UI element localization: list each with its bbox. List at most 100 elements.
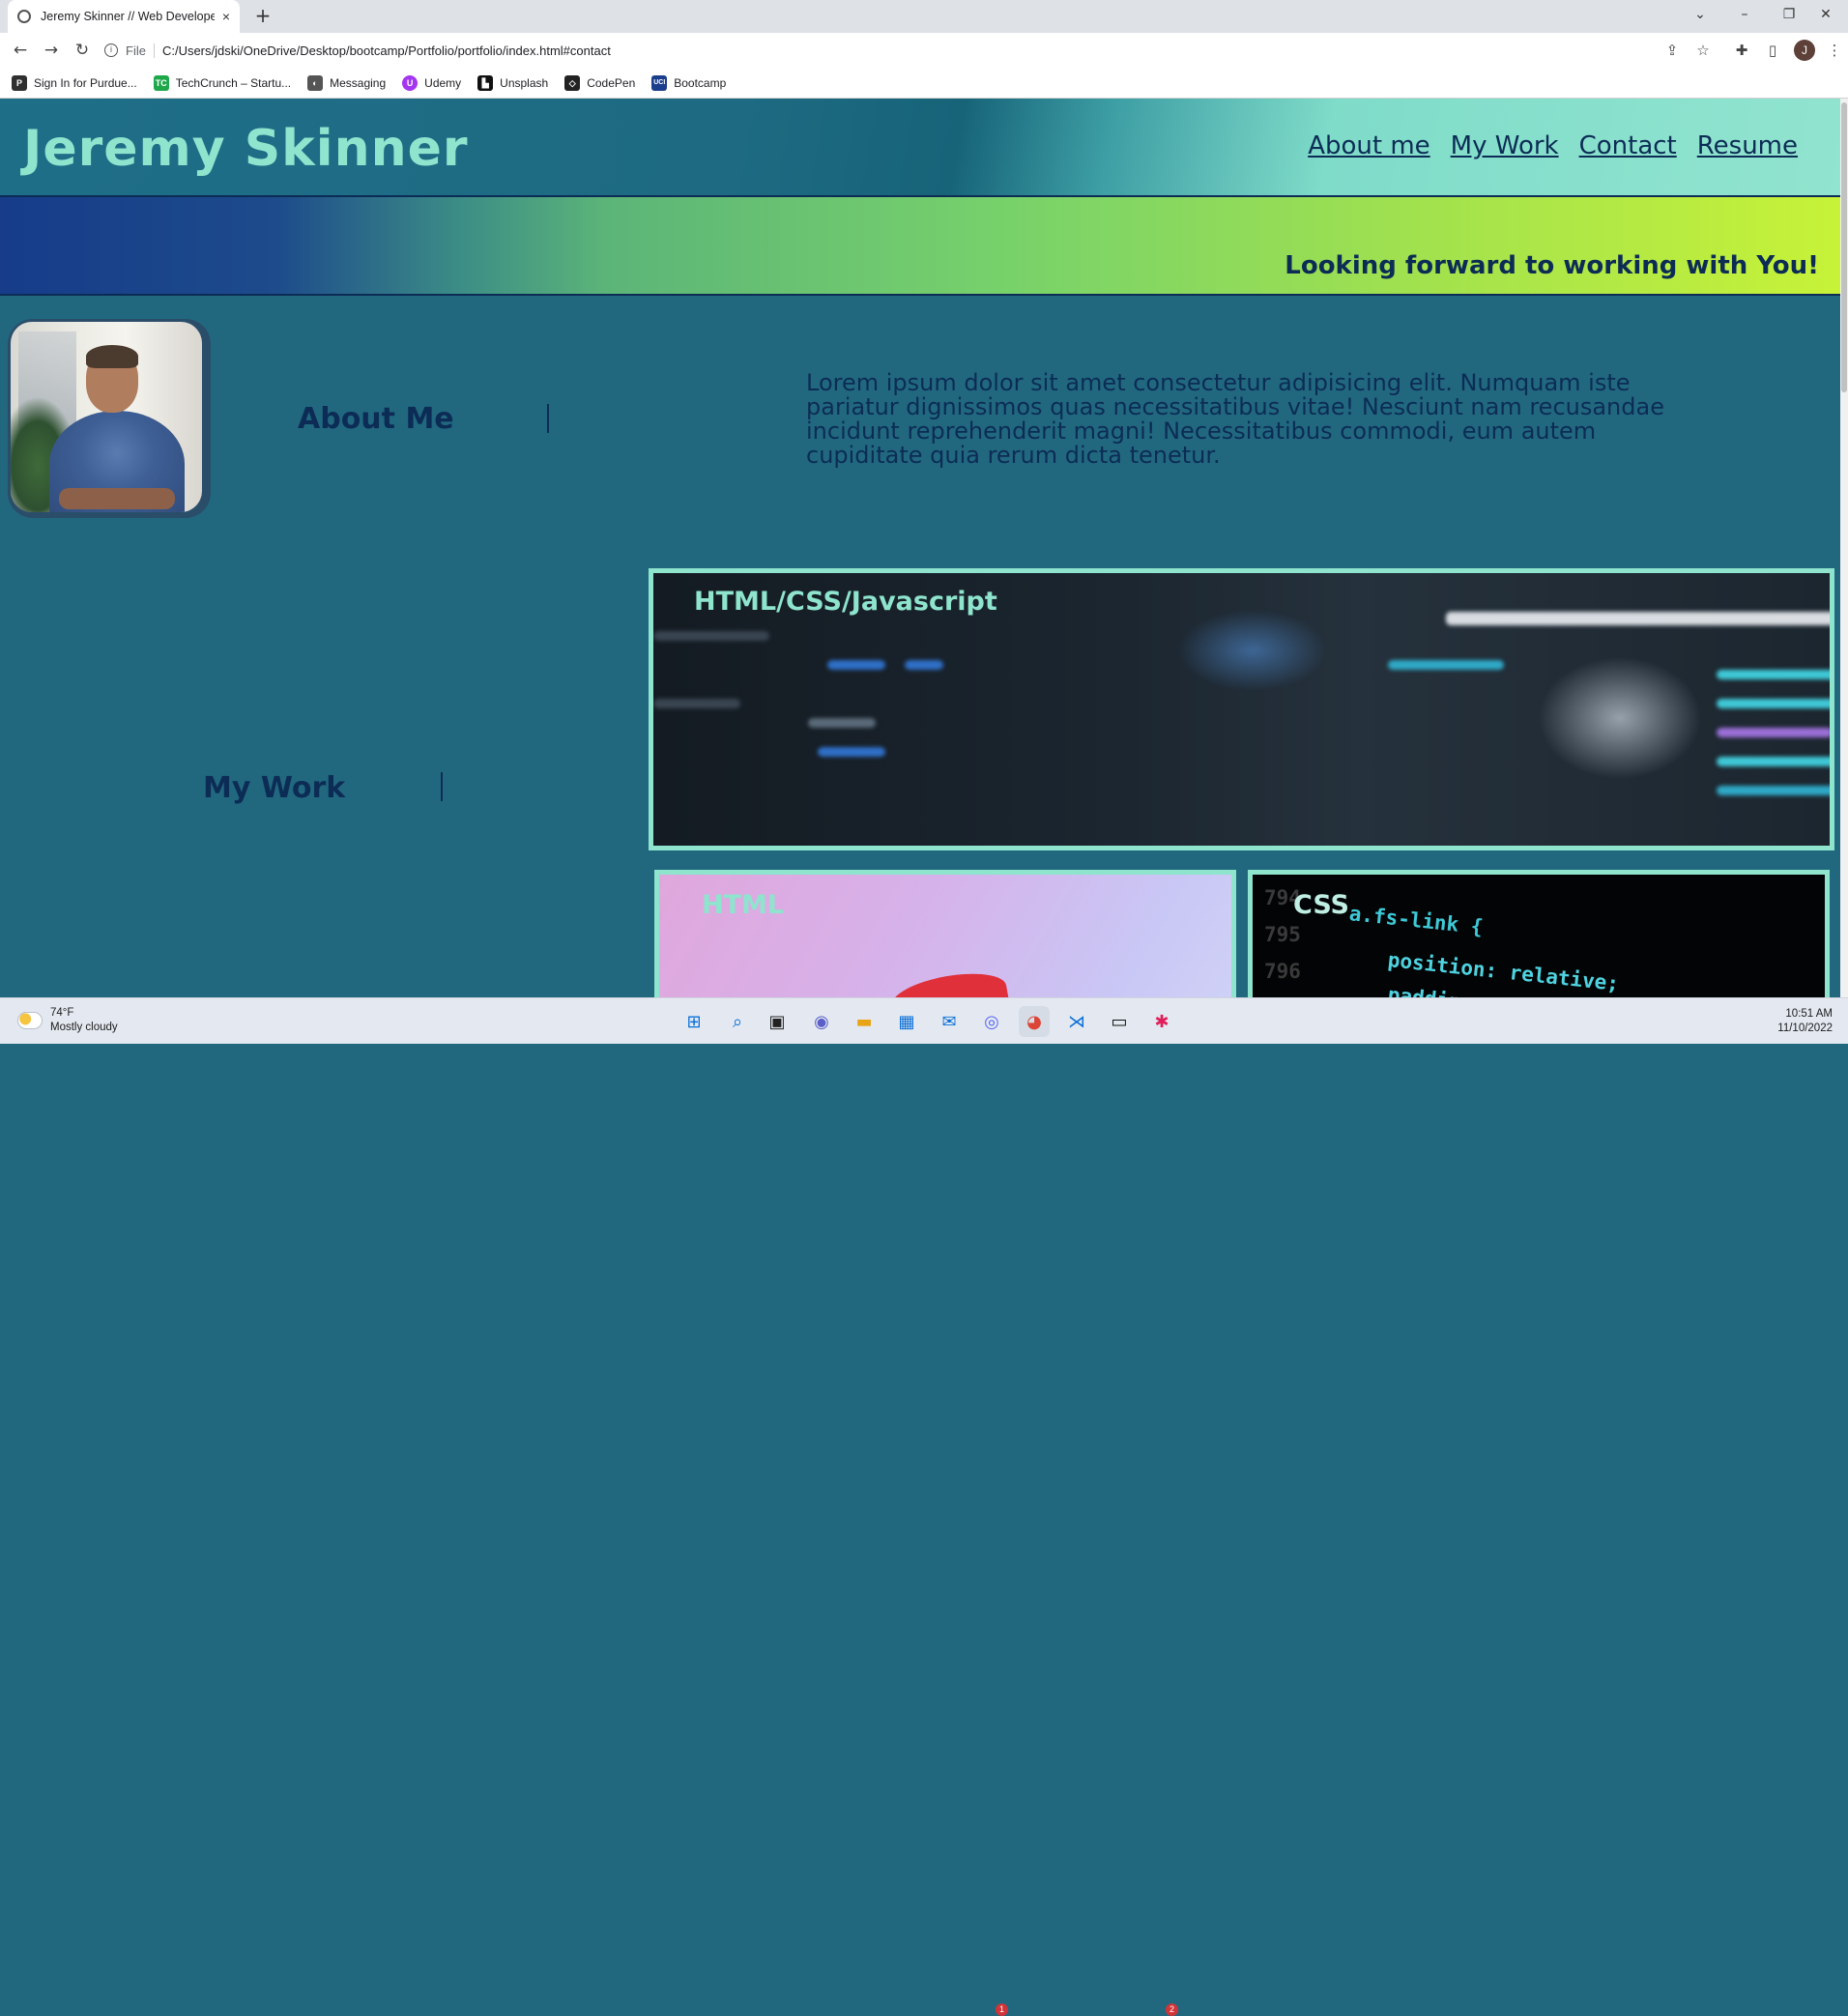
globe-icon	[17, 10, 31, 23]
site-brand: Jeremy Skinner	[23, 120, 469, 178]
bookmark-techcrunch[interactable]: TC TechCrunch – Startu...	[153, 74, 291, 91]
bookmark-label: CodePen	[587, 75, 636, 90]
bg-code-line	[1446, 612, 1830, 625]
messaging-icon: ◐	[307, 74, 324, 91]
messenger-badge: 1	[996, 2003, 1008, 2016]
page-viewport: Jeremy Skinner About me My Work Contact …	[0, 99, 1840, 997]
card-title-html-css-js: HTML/CSS/Javascript	[694, 587, 997, 617]
code-line-number: 796	[1264, 960, 1301, 983]
minimize-button[interactable]: –	[1722, 0, 1767, 29]
profile-photo	[8, 319, 211, 518]
bookmark-unsplash[interactable]: ▙ Unsplash	[477, 74, 549, 91]
url-text[interactable]: C:/Users/jdski/OneDrive/Desktop/bootcamp…	[162, 43, 611, 58]
tab-title: Jeremy Skinner // Web Develope	[41, 10, 215, 23]
about-paragraph: Lorem ipsum dolor sit amet consectetur a…	[806, 369, 1664, 469]
nav-resume[interactable]: Resume	[1697, 131, 1798, 160]
photo-person-arms	[59, 488, 175, 509]
about-divider	[547, 404, 549, 433]
bookmark-udemy[interactable]: U Udemy	[402, 74, 462, 91]
bg-code-line	[808, 718, 876, 728]
tab-search-icon[interactable]: ⌄	[1678, 0, 1722, 29]
address-bar[interactable]: i File C:/Users/jdski/OneDrive/Desktop/b…	[104, 38, 1703, 63]
terminal-icon[interactable]: ▭	[1104, 1006, 1135, 1037]
weather-widget[interactable]: 74°F Mostly cloudy	[17, 1006, 118, 1035]
url-scheme: File	[126, 43, 155, 58]
browser-tab[interactable]: Jeremy Skinner // Web Develope ×	[8, 0, 240, 33]
chrome-icon[interactable]: ◕	[1019, 1006, 1050, 1037]
my-work-heading: My Work	[203, 771, 346, 805]
nav-about-me[interactable]: About me	[1308, 131, 1429, 160]
reload-icon[interactable]: ↻	[71, 39, 94, 62]
bookmark-purdue[interactable]: P Sign In for Purdue...	[12, 74, 137, 91]
back-arrow-icon[interactable]: ←	[9, 39, 32, 62]
extensions-icon[interactable]: ✚	[1730, 39, 1753, 62]
techcrunch-icon: TC	[153, 74, 169, 91]
bookmark-bootcamp[interactable]: UCI Bootcamp	[651, 74, 727, 91]
code-line-number: 795	[1264, 923, 1301, 946]
file-explorer-icon[interactable]: ▬	[849, 1006, 880, 1037]
bg-code-line	[1717, 786, 1830, 795]
task-view-icon[interactable]: ▣	[762, 1006, 793, 1037]
tab-close-icon[interactable]: ×	[222, 9, 230, 24]
bookmark-star-icon[interactable]: ☆	[1691, 39, 1715, 62]
bg-code-line	[1388, 660, 1504, 670]
bookmark-label: Bootcamp	[674, 75, 727, 90]
site-header: Jeremy Skinner About me My Work Contact …	[0, 99, 1840, 197]
card-title-css: CSS	[1293, 890, 1349, 920]
vscode-icon[interactable]: ⋊	[1061, 1006, 1092, 1037]
bookmark-messaging[interactable]: ◐ Messaging	[307, 74, 387, 91]
card-title-html: HTML	[702, 890, 785, 920]
bg-code-line	[1717, 699, 1830, 708]
unsplash-icon: ▙	[477, 74, 494, 91]
profile-avatar[interactable]: J	[1794, 40, 1815, 61]
clock-date: 11/10/2022	[1777, 1022, 1833, 1034]
weather-temp: 74°F	[50, 1007, 74, 1019]
new-tab-button[interactable]: +	[251, 5, 274, 28]
scrollbar-thumb[interactable]	[1841, 102, 1847, 392]
html-card-graphic	[888, 965, 1010, 997]
project-card-html[interactable]: HTML	[654, 870, 1236, 997]
site-nav: About me My Work Contact Resume	[1308, 131, 1798, 160]
bookmark-label: Udemy	[424, 75, 462, 90]
bg-code-line	[818, 747, 885, 757]
purdue-icon: P	[12, 74, 27, 91]
project-card-css[interactable]: 794 a.fs-link { 795 position: relative; …	[1248, 870, 1830, 997]
bg-code-line	[1717, 670, 1830, 679]
bookmark-label: Messaging	[330, 75, 387, 90]
bg-code-line	[827, 660, 885, 670]
search-icon[interactable]: ⌕	[722, 1006, 753, 1037]
project-card-main[interactable]: HTML/CSS/Javascript	[649, 568, 1834, 850]
close-window-button[interactable]: ✕	[1804, 0, 1848, 29]
hero-banner: Looking forward to working with You!	[0, 197, 1840, 296]
mail-icon[interactable]: ✉	[934, 1006, 965, 1037]
work-divider	[441, 772, 443, 801]
messenger-icon[interactable]: ◎	[976, 1006, 1007, 1037]
side-panel-icon[interactable]: ▯	[1761, 39, 1784, 62]
bg-code-line	[905, 660, 943, 670]
bookmarks-bar: P Sign In for Purdue... TC TechCrunch – …	[0, 68, 1848, 99]
slack-icon[interactable]: ✱	[1146, 1006, 1177, 1037]
info-icon[interactable]: i	[104, 43, 118, 57]
code-selector: a.fs-link {	[1347, 902, 1485, 939]
store-icon[interactable]: ▦	[891, 1006, 922, 1037]
forward-arrow-icon[interactable]: →	[40, 39, 63, 62]
cloud-sun-icon	[17, 1012, 43, 1029]
uci-icon: UCI	[651, 74, 668, 91]
system-clock[interactable]: 10:51 AM 11/10/2022	[1777, 1007, 1833, 1036]
bookmark-label: Unsplash	[500, 75, 549, 90]
share-icon[interactable]: ⇪	[1660, 39, 1684, 62]
menu-dots-icon[interactable]: ⋮	[1823, 39, 1846, 62]
page-scrollbar[interactable]	[1840, 99, 1848, 997]
clock-time: 10:51 AM	[1785, 1008, 1833, 1020]
photo-person-hair	[86, 345, 138, 368]
start-icon[interactable]: ⊞	[679, 1006, 709, 1037]
nav-my-work[interactable]: My Work	[1451, 131, 1559, 160]
bookmark-label: Sign In for Purdue...	[34, 75, 137, 90]
nav-contact[interactable]: Contact	[1579, 131, 1677, 160]
chat-icon[interactable]: ◉	[806, 1006, 837, 1037]
browser-toolbar: ← → ↻ i File C:/Users/jdski/OneDrive/Des…	[0, 33, 1848, 68]
bg-code-line	[1717, 757, 1830, 766]
bookmark-codepen[interactable]: ◇ CodePen	[564, 74, 636, 91]
bg-code-line	[1717, 728, 1830, 737]
udemy-icon: U	[402, 74, 419, 91]
